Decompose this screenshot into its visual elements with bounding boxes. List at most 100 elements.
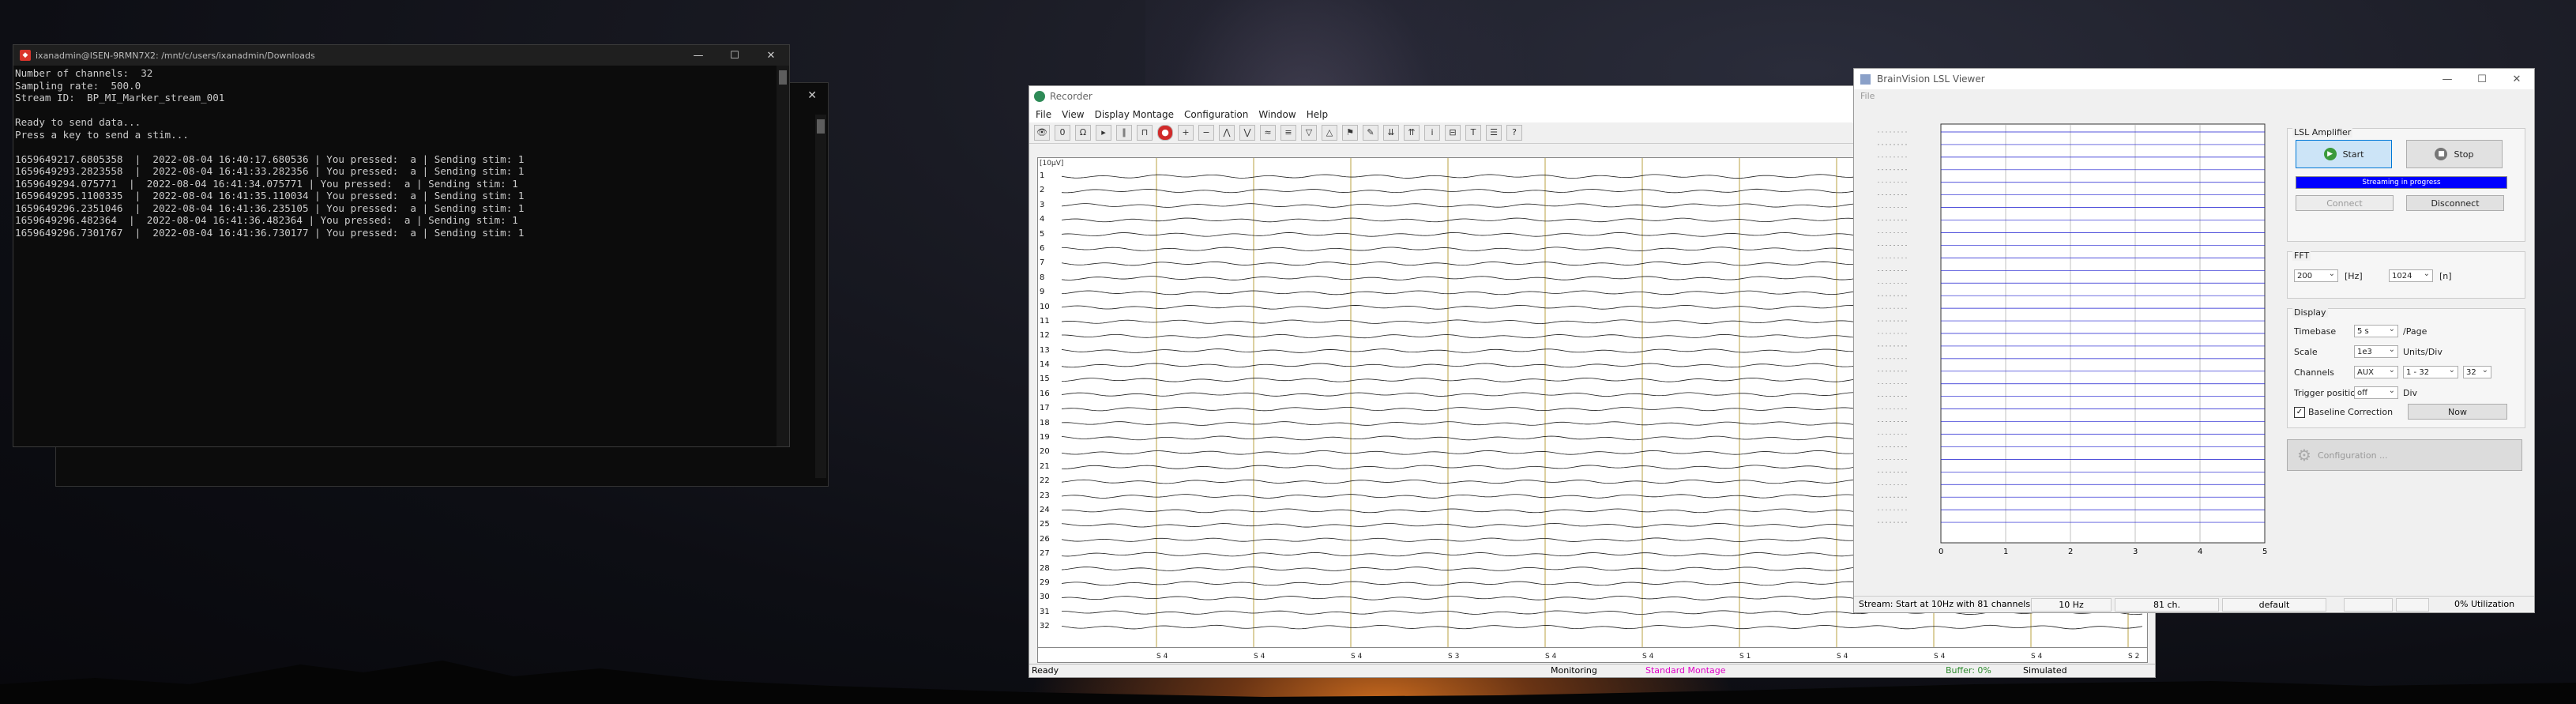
- configuration-label: Configuration ...: [2317, 450, 2388, 461]
- connect-button[interactable]: Connect: [2296, 195, 2394, 211]
- minimize-icon[interactable]: —: [680, 50, 716, 62]
- now-button[interactable]: Now: [2408, 404, 2507, 420]
- terminal-line: Number of channels: 32: [15, 67, 153, 79]
- play-icon[interactable]: ▸: [1096, 125, 1111, 141]
- amplitude-down-icon[interactable]: ⋁: [1239, 125, 1255, 141]
- channel-label: 14: [1040, 360, 1050, 370]
- lsl-titlebar[interactable]: BrainVision LSL Viewer — ☐ ✕: [1854, 69, 2534, 89]
- channel-label: 4: [1040, 215, 1045, 224]
- configuration-button[interactable]: ⚙ Configuration ...: [2287, 439, 2522, 471]
- channel-label: 17: [1040, 404, 1050, 413]
- scrollbar[interactable]: [815, 115, 826, 478]
- marker-label: S 4: [1156, 653, 1168, 661]
- trigger-select[interactable]: off: [2354, 385, 2398, 399]
- start-button[interactable]: ▶ Start: [2296, 140, 2392, 168]
- amplitude-up-icon[interactable]: ⋀: [1219, 125, 1235, 141]
- terminal-titlebar[interactable]: ◆ ixanadmin@ISEN-9RMN7X2: /mnt/c/users/i…: [13, 45, 789, 66]
- bars-icon[interactable]: ∥: [1116, 125, 1132, 141]
- marker-label: S 4: [1837, 653, 1848, 661]
- channel-label: 27: [1040, 549, 1050, 559]
- channels-count-spinner[interactable]: 32: [2463, 364, 2491, 378]
- play-icon: ▶: [2323, 148, 2337, 160]
- streaming-progress: Streaming in progress: [2296, 176, 2507, 189]
- fft-hz-select[interactable]: 200: [2294, 268, 2338, 282]
- baseline-label: Baseline Correction: [2308, 407, 2394, 417]
- channel-label: 5: [1040, 229, 1045, 239]
- marker-icon[interactable]: ⚑: [1342, 125, 1358, 141]
- channels-range-select[interactable]: 1 - 32: [2403, 364, 2458, 378]
- menu-display-montage[interactable]: Display Montage: [1095, 109, 1174, 120]
- fft-n-select[interactable]: 1024: [2389, 268, 2433, 282]
- channel-label: 10: [1040, 302, 1050, 311]
- lsl-title: BrainVision LSL Viewer: [1877, 73, 1985, 85]
- text-icon[interactable]: T: [1465, 125, 1481, 141]
- terminal-title: ixanadmin@ISEN-9RMN7X2: /mnt/c/users/ixa…: [36, 50, 315, 61]
- x-tick-label: 3: [2133, 548, 2138, 556]
- maximize-icon[interactable]: ☐: [2465, 73, 2499, 85]
- close-icon[interactable]: ✕: [807, 89, 817, 102]
- close-icon[interactable]: ✕: [753, 50, 789, 62]
- blank-status-1: [2344, 598, 2393, 612]
- menu-view[interactable]: View: [1062, 109, 1084, 120]
- lsl-plot[interactable]: 0 1 2 3 4 5: [1862, 118, 2279, 623]
- menu-window[interactable]: Window: [1258, 109, 1296, 120]
- menu-help[interactable]: Help: [1307, 109, 1328, 120]
- scale-down-icon[interactable]: ⇊: [1383, 125, 1399, 141]
- filter-icon[interactable]: ≈: [1260, 125, 1276, 141]
- menu-configuration[interactable]: Configuration: [1184, 109, 1248, 120]
- channels-select[interactable]: AUX: [2354, 364, 2398, 378]
- terminal-line: 1659649217.6805358 | 2022-08-04 16:40:17…: [15, 152, 525, 165]
- terminal-output[interactable]: Number of channels: 32 Sampling rate: 500…: [13, 66, 789, 239]
- eye-icon[interactable]: 👁: [1034, 125, 1050, 141]
- info-icon[interactable]: i: [1424, 125, 1440, 141]
- layout-icon[interactable]: ⊟: [1445, 125, 1461, 141]
- menu-file[interactable]: File: [1860, 91, 1875, 101]
- impedance-icon[interactable]: Ω: [1075, 125, 1091, 141]
- status-ready: Ready: [1032, 665, 1059, 676]
- trigger-down-icon[interactable]: ▽: [1301, 125, 1317, 141]
- amplifier-group-title: LSL Amplifier: [2292, 127, 2353, 137]
- record-icon[interactable]: ●: [1157, 125, 1173, 141]
- zoom-out-icon[interactable]: −: [1198, 125, 1214, 141]
- timebase-select[interactable]: 5 s: [2354, 323, 2398, 337]
- close-icon[interactable]: ✕: [2499, 73, 2534, 85]
- disconnect-button[interactable]: Disconnect: [2406, 195, 2504, 211]
- stream-status: Stream: Start at 10Hz with 81 channels: [1859, 599, 2031, 609]
- trigger-label: Trigger position: [2294, 388, 2362, 398]
- stop-button[interactable]: ■ Stop: [2406, 140, 2503, 168]
- lsl-statusbar: Stream: Start at 10Hz with 81 channels 1…: [1854, 596, 2534, 612]
- scale-label: [10µV]: [1040, 160, 1064, 168]
- pen-icon[interactable]: ✎: [1363, 125, 1378, 141]
- status-montage: Standard Montage: [1645, 665, 1726, 676]
- channel-label: 2: [1040, 186, 1045, 195]
- zoom-in-icon[interactable]: +: [1178, 125, 1194, 141]
- channel-label: 32: [1040, 622, 1050, 631]
- help-icon[interactable]: ?: [1506, 125, 1522, 141]
- channel-label: 24: [1040, 505, 1050, 514]
- baseline-checkbox[interactable]: ✓: [2294, 407, 2305, 418]
- amplifier-group: LSL Amplifier ▶ Start ■ Stop Streaming i…: [2287, 127, 2525, 242]
- channel-label: 18: [1040, 418, 1050, 427]
- zero-icon[interactable]: 0: [1055, 125, 1070, 141]
- scale-up-icon[interactable]: ⇈: [1404, 125, 1420, 141]
- channel-label: 11: [1040, 316, 1050, 326]
- segment-icon[interactable]: ⊓: [1137, 125, 1153, 141]
- channel-label: 28: [1040, 563, 1050, 573]
- terminal-line: Stream ID: BP_MI_Marker_stream_001: [15, 92, 225, 104]
- minimize-icon[interactable]: —: [2430, 73, 2465, 85]
- scale-select[interactable]: 1e3: [2354, 344, 2398, 358]
- marker-label: S 2: [2128, 653, 2139, 661]
- channel-label: 3: [1040, 200, 1045, 209]
- menu-file[interactable]: File: [1036, 109, 1051, 120]
- status-monitoring: Monitoring: [1551, 665, 1597, 676]
- trigger-up-icon[interactable]: △: [1322, 125, 1337, 141]
- scrollbar-thumb[interactable]: [779, 70, 787, 85]
- channels-icon[interactable]: ≡: [1280, 125, 1296, 141]
- channel-label: 22: [1040, 476, 1050, 486]
- maximize-icon[interactable]: ☐: [716, 50, 753, 62]
- x-tick-label: 4: [2198, 548, 2202, 556]
- montage-icon[interactable]: ☰: [1486, 125, 1502, 141]
- terminal-scrollbar[interactable]: [777, 66, 789, 446]
- marker-label: S 4: [1642, 653, 1654, 661]
